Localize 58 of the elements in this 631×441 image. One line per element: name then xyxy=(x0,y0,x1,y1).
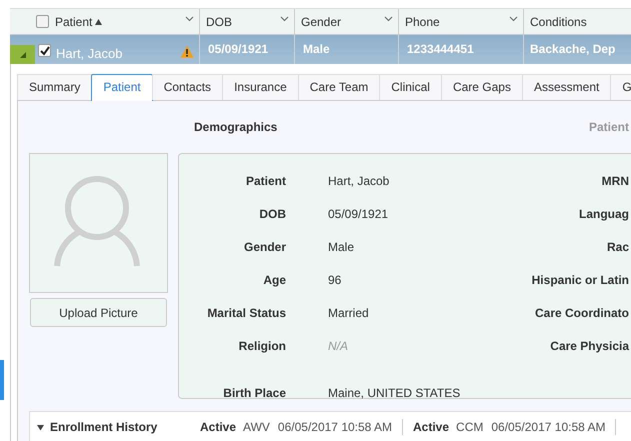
field-label: Gender xyxy=(242,240,286,254)
field-value: Male xyxy=(328,240,354,254)
checkbox[interactable] xyxy=(38,44,51,57)
column-header[interactable]: Patient xyxy=(10,9,200,34)
triangle-icon xyxy=(18,50,26,58)
checkbox[interactable] xyxy=(36,15,49,28)
field-label: Care Physicia xyxy=(550,338,629,352)
field-value: 96 xyxy=(328,272,342,286)
table-cell: 05/09/1921 xyxy=(208,42,268,56)
field-label: DOB xyxy=(258,206,286,220)
field-label: Age xyxy=(262,272,286,286)
field-value: N/A xyxy=(328,338,348,352)
chevron-icon[interactable] xyxy=(185,16,194,22)
column-header[interactable]: DOB xyxy=(200,9,295,34)
tab[interactable]: Summary xyxy=(17,74,92,100)
field-label: Languag xyxy=(579,206,629,220)
tab[interactable]: Assessment xyxy=(522,74,612,100)
section-heading: Patient xyxy=(588,120,629,134)
enrollment-title: Enrollment History xyxy=(50,420,158,434)
field-label: Care Coordinato xyxy=(534,306,629,320)
program-label: CCM xyxy=(456,420,484,434)
tab[interactable]: Insurance xyxy=(222,74,299,100)
column-header[interactable]: Conditions xyxy=(524,9,631,34)
field-value: Maine, UNITED STATES xyxy=(328,386,460,400)
program-label: AWV xyxy=(243,420,270,434)
field-label: Hispanic or Latin xyxy=(532,272,629,286)
chevron-icon[interactable] xyxy=(280,16,289,22)
table-cell: Backache, Dep xyxy=(530,42,616,56)
status-label: Active xyxy=(200,420,236,434)
expand-toggle[interactable] xyxy=(10,44,35,64)
chevron-icon[interactable] xyxy=(509,16,518,22)
tab[interactable]: Contacts xyxy=(152,74,224,100)
field-label: Rac xyxy=(606,240,629,254)
table-cell: 1233444451 xyxy=(407,42,474,56)
tab[interactable]: Care Team xyxy=(298,74,380,100)
field-value: Hart, Jacob xyxy=(328,174,390,188)
field-value: 05/09/1921 xyxy=(328,206,388,220)
tab[interactable]: Patient xyxy=(91,74,153,101)
column-header[interactable]: Gender xyxy=(295,9,399,34)
field-label: Religion xyxy=(238,338,286,352)
tab[interactable]: Clinical xyxy=(379,74,442,100)
date-label: 06/05/2017 10:58 AM xyxy=(491,420,606,434)
table-cell: Hart, Jacob xyxy=(56,46,122,61)
field-value: Married xyxy=(328,306,369,320)
status-label: Active xyxy=(413,420,450,434)
chevron-icon[interactable] xyxy=(384,16,393,22)
collapse-toggle[interactable] xyxy=(37,424,44,430)
date-label: 06/05/2017 10:58 AM xyxy=(278,420,392,434)
section-heading: Demographics xyxy=(194,120,278,134)
table-cell: Male xyxy=(303,42,330,56)
field-label: Marital Status xyxy=(206,306,286,320)
field-label: Patient xyxy=(244,174,286,188)
tab[interactable]: Care Gaps xyxy=(440,74,523,100)
upload-picture-button[interactable]: Upload Picture xyxy=(30,298,167,327)
field-label: Birth Place xyxy=(222,386,286,400)
tab[interactable]: G xyxy=(610,74,631,100)
column-header[interactable]: Phone xyxy=(399,9,524,34)
field-label: MRN xyxy=(602,174,629,188)
